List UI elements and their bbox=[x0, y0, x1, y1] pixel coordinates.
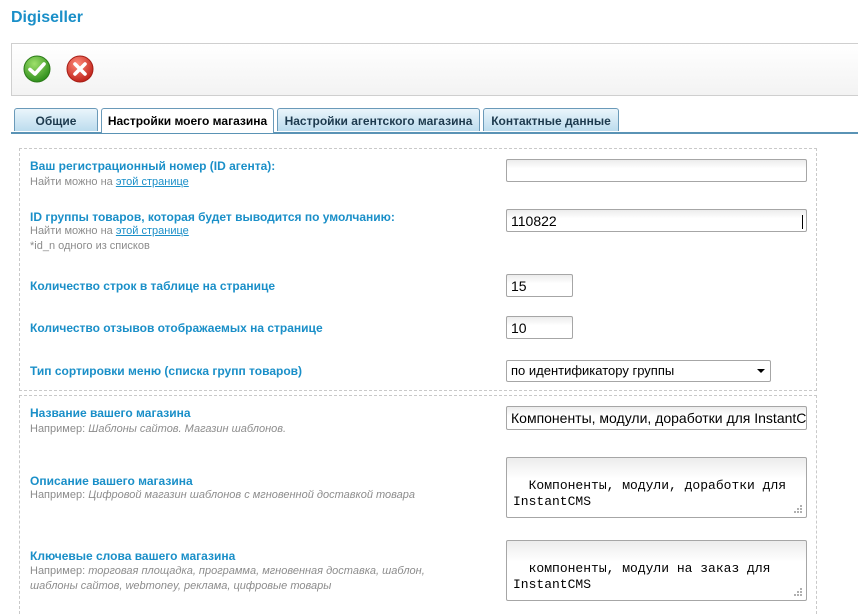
tab-my-shop-settings[interactable]: Настройки моего магазина bbox=[101, 108, 274, 133]
shop-keywords-hint-example-1: торговая площадка, программа, мгновенная… bbox=[88, 565, 425, 577]
shop-keywords-hint: Например: торговая площадка, программа, … bbox=[30, 564, 425, 594]
app-title: Digiseller bbox=[11, 9, 84, 26]
group-id-hint-link[interactable]: этой странице bbox=[116, 225, 189, 237]
shop-keywords-hint-example-2: шаблоны сайтов, webmoney, реклама, цифро… bbox=[30, 580, 332, 592]
agent-id-label: Ваш регистрационный номер (ID агента): bbox=[30, 159, 276, 173]
agent-id-hint-text: Найти можно на bbox=[30, 176, 113, 188]
shop-description-textarea[interactable]: Компоненты, модули, доработки для Instan… bbox=[506, 457, 807, 518]
shop-keywords-value: компоненты, модули на заказ для InstantC… bbox=[513, 561, 771, 592]
rows-per-page-label: Количество строк в таблице на странице bbox=[30, 279, 276, 293]
dropdown-arrow-icon bbox=[757, 369, 765, 373]
resize-grip-icon[interactable] bbox=[793, 587, 803, 597]
rows-per-page-input[interactable]: 15 bbox=[506, 274, 573, 297]
tab-general[interactable]: Общие bbox=[14, 108, 98, 131]
menu-sort-select[interactable]: по идентификатору группы bbox=[506, 360, 771, 382]
tab-bar: Общие Настройки моего магазина Настройки… bbox=[14, 108, 858, 133]
group-id-hint-extra: *id_n одного из списков bbox=[30, 240, 150, 252]
group-id-hint: Найти можно на этой странице bbox=[30, 224, 189, 239]
text-caret bbox=[802, 215, 803, 229]
shop-keywords-hint-prefix: Например: bbox=[30, 565, 86, 577]
shop-description-hint: Например: Цифровой магазин шаблонов с мг… bbox=[30, 488, 415, 503]
shop-description-hint-example: Цифровой магазин шаблонов с мгновенной д… bbox=[88, 489, 415, 501]
agent-id-hint-link[interactable]: этой странице bbox=[116, 176, 189, 188]
group-id-label: ID группы товаров, которая будет выводит… bbox=[30, 210, 395, 224]
menu-sort-value: по идентификатору группы bbox=[511, 363, 675, 378]
shop-description-hint-prefix: Например: bbox=[30, 489, 86, 501]
agent-id-hint: Найти можно на этой странице bbox=[30, 175, 189, 190]
tab-contact-data[interactable]: Контактные данные bbox=[483, 108, 619, 131]
shop-name-label: Название вашего магазина bbox=[30, 406, 191, 420]
cancel-button[interactable] bbox=[65, 54, 95, 84]
shop-description-label: Описание вашего магазина bbox=[30, 474, 193, 488]
shop-name-input[interactable]: Компоненты, модули, доработки для Instan… bbox=[506, 406, 807, 430]
save-button[interactable] bbox=[22, 54, 52, 84]
shop-description-value: Компоненты, модули, доработки для Instan… bbox=[513, 478, 787, 509]
shop-keywords-textarea[interactable]: компоненты, модули на заказ для InstantC… bbox=[506, 540, 807, 601]
shop-name-hint-example: Шаблоны сайтов. Магазин шаблонов. bbox=[88, 423, 287, 435]
reviews-per-page-input[interactable]: 10 bbox=[506, 316, 573, 339]
reviews-per-page-label: Количество отзывов отображаемых на стран… bbox=[30, 321, 323, 335]
shop-name-hint: Например: Шаблоны сайтов. Магазин шаблон… bbox=[30, 422, 286, 437]
check-icon bbox=[23, 55, 51, 83]
menu-sort-label: Тип сортировки меню (списка групп товаро… bbox=[30, 364, 303, 378]
group-id-value: 110822 bbox=[511, 213, 557, 229]
resize-grip-icon[interactable] bbox=[793, 504, 803, 514]
group-id-hint-text: Найти можно на bbox=[30, 225, 113, 237]
shop-keywords-label: Ключевые слова вашего магазина bbox=[30, 549, 236, 563]
shop-name-hint-prefix: Например: bbox=[30, 423, 86, 435]
agent-id-input[interactable] bbox=[506, 159, 807, 182]
group-id-input[interactable]: 110822 bbox=[506, 209, 807, 232]
toolbar bbox=[11, 43, 858, 96]
tab-agent-shop-settings[interactable]: Настройки агентского магазина bbox=[277, 108, 480, 131]
close-icon bbox=[66, 55, 94, 83]
